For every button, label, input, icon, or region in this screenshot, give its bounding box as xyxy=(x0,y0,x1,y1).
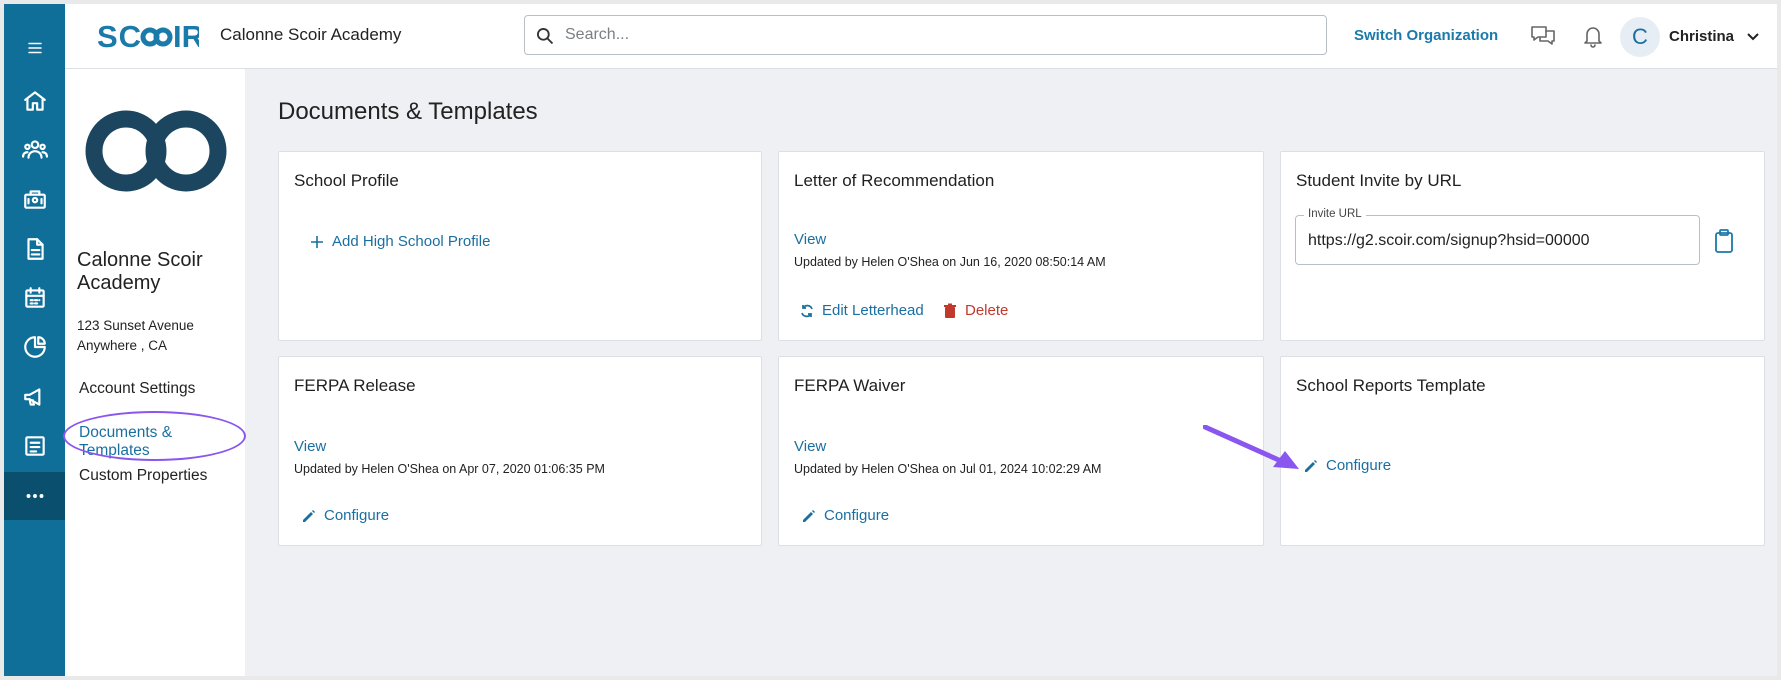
school-profile-card: School Profile Add High School Profile xyxy=(278,151,762,341)
school-address: 123 Sunset Avenue Anywhere , CA xyxy=(77,316,194,356)
scoir-logo: SC IR xyxy=(97,19,199,53)
card-title: FERPA Waiver xyxy=(794,376,906,395)
letter-updated-text: Updated by Helen O'Shea on Jun 16, 2020 … xyxy=(794,255,1106,269)
ferpa-waiver-updated-text: Updated by Helen O'Shea on Jul 01, 2024 … xyxy=(794,462,1102,476)
configure-label: Configure xyxy=(1326,457,1392,474)
organization-name: Calonne Scoir Academy xyxy=(220,25,402,44)
configure-ferpa-release-button[interactable]: Configure xyxy=(301,507,389,524)
checklist-icon xyxy=(24,436,45,456)
view-ferpa-release-link[interactable]: View xyxy=(294,438,326,455)
nav-analytics[interactable] xyxy=(4,323,65,371)
nav-more[interactable] xyxy=(4,472,65,520)
card-title: School Reports Template xyxy=(1296,376,1486,395)
messages-button[interactable] xyxy=(1529,22,1557,50)
nav-home[interactable] xyxy=(4,77,65,125)
home-icon xyxy=(23,91,46,111)
configure-ferpa-waiver-button[interactable]: Configure xyxy=(801,507,889,524)
address-line-2: Anywhere , CA xyxy=(77,338,168,353)
school-reports-template-card: School Reports Template Configure xyxy=(1280,356,1765,546)
ferpa-release-updated-text: Updated by Helen O'Shea on Apr 07, 2020 … xyxy=(294,462,605,476)
user-name[interactable]: Christina xyxy=(1669,28,1734,45)
configure-school-reports-button[interactable]: Configure xyxy=(1303,457,1391,474)
copy-url-button[interactable] xyxy=(1711,228,1737,254)
school-sidebar: Calonne Scoir Academy 123 Sunset Avenue … xyxy=(63,69,246,676)
students-icon xyxy=(21,140,48,159)
clipboard-icon xyxy=(1715,229,1733,253)
invite-url-field[interactable]: Invite URL https://g2.scoir.com/signup?h… xyxy=(1295,208,1700,265)
card-title: Student Invite by URL xyxy=(1296,171,1462,190)
address-line-1: 123 Sunset Avenue xyxy=(77,318,194,333)
delete-letter-button[interactable]: Delete xyxy=(942,302,1008,319)
pencil-icon xyxy=(1305,459,1317,472)
nav-school[interactable] xyxy=(4,175,65,223)
school-name: Calonne Scoir Academy xyxy=(77,249,203,294)
app-window: SC IR Calonne Scoir Academy Switch Organ… xyxy=(4,4,1777,676)
left-rail xyxy=(4,4,65,676)
nav-announcements[interactable] xyxy=(4,373,65,421)
add-profile-label: Add High School Profile xyxy=(332,233,491,250)
switch-organization-link[interactable]: Switch Organization xyxy=(1354,27,1498,44)
card-title: FERPA Release xyxy=(294,376,416,395)
user-avatar[interactable]: C xyxy=(1620,17,1660,57)
menu-button[interactable] xyxy=(4,24,65,72)
delete-label: Delete xyxy=(965,302,1009,319)
announcement-icon xyxy=(23,388,40,406)
invite-url-label: Invite URL xyxy=(1304,208,1366,220)
pencil-icon xyxy=(303,509,315,522)
calendar-icon xyxy=(24,287,45,308)
user-menu-toggle[interactable] xyxy=(1745,28,1761,44)
view-ferpa-waiver-link[interactable]: View xyxy=(794,438,826,455)
card-title: School Profile xyxy=(294,171,399,190)
bell-icon xyxy=(1584,27,1602,48)
chevron-down-icon xyxy=(1747,33,1759,41)
more-icon xyxy=(26,494,43,498)
edit-letterhead-label: Edit Letterhead xyxy=(822,302,924,319)
trash-icon xyxy=(944,303,956,318)
svg-text:IR: IR xyxy=(173,19,199,53)
svg-text:SC: SC xyxy=(97,19,142,53)
nav-checklist[interactable] xyxy=(4,422,65,470)
plus-icon xyxy=(311,235,323,248)
menu-icon xyxy=(27,42,42,54)
pencil-icon xyxy=(803,509,815,522)
highlight-ring xyxy=(63,411,246,461)
search-icon xyxy=(537,28,554,45)
nav-account-settings[interactable]: Account Settings xyxy=(79,380,195,398)
nav-documents[interactable] xyxy=(4,225,65,273)
configure-label: Configure xyxy=(324,507,390,524)
chat-bubbles-icon xyxy=(1531,26,1555,45)
student-invite-card: Student Invite by URL Invite URL https:/… xyxy=(1280,151,1765,341)
annotation-arrow xyxy=(1203,425,1299,469)
top-header: SC IR Calonne Scoir Academy Switch Organ… xyxy=(65,4,1777,69)
ferpa-release-card: FERPA Release View Updated by Helen O'Sh… xyxy=(278,356,762,546)
ferpa-waiver-card: FERPA Waiver View Updated by Helen O'She… xyxy=(778,356,1264,546)
view-letter-link[interactable]: View xyxy=(794,231,826,248)
card-title: Letter of Recommendation xyxy=(794,171,995,190)
school-icon xyxy=(23,190,46,209)
refresh-icon xyxy=(801,304,813,317)
notifications-button[interactable] xyxy=(1579,22,1607,50)
nav-calendar[interactable] xyxy=(4,274,65,322)
analytics-icon xyxy=(23,336,46,358)
nav-students[interactable] xyxy=(4,125,65,173)
nav-custom-properties[interactable]: Custom Properties xyxy=(79,467,207,485)
document-icon xyxy=(26,238,44,260)
search-input[interactable] xyxy=(565,16,1305,54)
edit-letterhead-button[interactable]: Edit Letterhead xyxy=(799,302,924,319)
school-logo xyxy=(85,110,227,192)
search-box[interactable] xyxy=(524,15,1327,55)
configure-label: Configure xyxy=(824,507,890,524)
letter-of-recommendation-card: Letter of Recommendation View Updated by… xyxy=(778,151,1264,341)
page-title: Documents & Templates xyxy=(278,98,538,125)
add-high-school-profile-button[interactable]: Add High School Profile xyxy=(309,233,490,250)
invite-url-value[interactable]: https://g2.scoir.com/signup?hsid=00000 xyxy=(1308,232,1590,250)
